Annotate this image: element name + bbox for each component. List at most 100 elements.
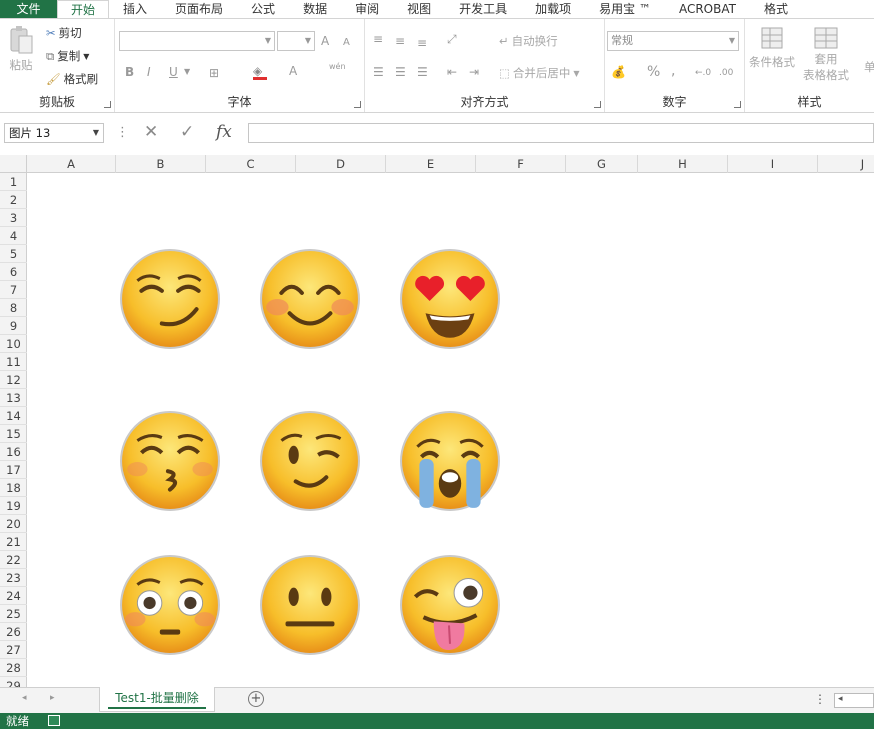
- row-header[interactable]: 2: [0, 191, 27, 209]
- column-header[interactable]: J: [818, 155, 874, 173]
- row-header[interactable]: 29: [0, 677, 27, 687]
- align-left-icon[interactable]: ☰: [373, 64, 384, 80]
- row-header[interactable]: 4: [0, 227, 27, 245]
- number-launcher-icon[interactable]: [734, 101, 741, 108]
- column-header[interactable]: D: [296, 155, 386, 173]
- decrease-indent-icon[interactable]: ⇤: [447, 64, 457, 80]
- stuck-out-tongue-winking-emoji[interactable]: [399, 554, 501, 656]
- copy-button[interactable]: ⧉ 复制 ▼: [46, 48, 89, 64]
- tab-data[interactable]: 数据: [289, 0, 341, 18]
- scroll-left-icon[interactable]: ◂: [838, 694, 843, 704]
- decrease-decimal-icon[interactable]: .00: [719, 65, 733, 81]
- row-header[interactable]: 1: [0, 173, 27, 191]
- row-header[interactable]: 12: [0, 371, 27, 389]
- smiling-blush-emoji[interactable]: [259, 248, 361, 350]
- increase-indent-icon[interactable]: ⇥: [469, 64, 479, 80]
- comma-button[interactable]: ,: [671, 63, 675, 79]
- tab-formulas[interactable]: 公式: [237, 0, 289, 18]
- crying-emoji[interactable]: [399, 410, 501, 512]
- row-header[interactable]: 19: [0, 497, 27, 515]
- worksheet-grid[interactable]: A B C D E F G H I J 1 2 3 4 5 6 7 8 9 10 11 12 13 14 1…: [0, 155, 874, 687]
- align-right-icon[interactable]: ☰: [417, 64, 428, 80]
- number-format-select[interactable]: 常规 ▼: [607, 31, 739, 51]
- macro-record-icon[interactable]: [48, 715, 60, 726]
- column-header[interactable]: I: [728, 155, 818, 173]
- row-header[interactable]: 15: [0, 425, 27, 443]
- column-header[interactable]: C: [206, 155, 296, 173]
- row-header[interactable]: 3: [0, 209, 27, 227]
- font-launcher-icon[interactable]: [354, 101, 361, 108]
- row-header[interactable]: 21: [0, 533, 27, 551]
- align-center-icon[interactable]: ☰: [395, 64, 406, 80]
- row-header[interactable]: 17: [0, 461, 27, 479]
- row-header[interactable]: 11: [0, 353, 27, 371]
- grow-font-button[interactable]: A: [321, 33, 329, 49]
- align-bottom-icon[interactable]: ≡: [417, 35, 427, 51]
- column-header[interactable]: H: [638, 155, 728, 173]
- name-box[interactable]: 图片 13 ▼: [4, 123, 104, 143]
- tab-review[interactable]: 审阅: [341, 0, 393, 18]
- align-top-icon[interactable]: ≡: [373, 31, 383, 47]
- row-header[interactable]: 5: [0, 245, 27, 263]
- column-header[interactable]: G: [566, 155, 638, 173]
- add-sheet-icon[interactable]: +: [248, 691, 264, 707]
- increase-decimal-icon[interactable]: ←.0: [695, 65, 711, 81]
- tab-developer[interactable]: 开发工具: [445, 0, 521, 18]
- row-header[interactable]: 24: [0, 587, 27, 605]
- tab-view[interactable]: 视图: [393, 0, 445, 18]
- file-tab[interactable]: 文件: [0, 0, 57, 18]
- wrap-text-button[interactable]: ↵ 自动换行: [499, 33, 558, 49]
- border-icon[interactable]: ⊞: [209, 65, 219, 81]
- tab-acrobat[interactable]: ACROBAT: [665, 0, 750, 18]
- clipboard-launcher-icon[interactable]: [104, 101, 111, 108]
- font-color-button[interactable]: A: [289, 63, 297, 79]
- column-header[interactable]: E: [386, 155, 476, 173]
- format-as-table-button[interactable]: 套用 表格格式: [803, 27, 849, 83]
- neutral-face-emoji[interactable]: [259, 554, 361, 656]
- tab-insert[interactable]: 插入: [109, 0, 161, 18]
- row-header[interactable]: 13: [0, 389, 27, 407]
- row-header[interactable]: 27: [0, 641, 27, 659]
- row-header[interactable]: 9: [0, 317, 27, 335]
- font-name-select[interactable]: ▼: [119, 31, 275, 51]
- row-header[interactable]: 22: [0, 551, 27, 569]
- flushed-emoji[interactable]: [119, 554, 221, 656]
- tab-add-ins[interactable]: 加载项: [521, 0, 585, 18]
- more-options-icon[interactable]: ⋮: [814, 692, 826, 706]
- insert-function-button[interactable]: fx: [216, 122, 232, 142]
- tab-home[interactable]: 开始: [57, 0, 110, 18]
- fill-color-icon[interactable]: ◈: [253, 63, 267, 80]
- phonetic-button[interactable]: wén: [329, 59, 346, 75]
- row-header[interactable]: 20: [0, 515, 27, 533]
- merge-center-button[interactable]: ⬚ 合并后居中 ▼: [499, 65, 580, 81]
- tab-format[interactable]: 格式: [750, 0, 802, 18]
- sheet-tab[interactable]: Test1-批量删除: [99, 687, 215, 712]
- percent-button[interactable]: %: [647, 64, 660, 80]
- conditional-formatting-button[interactable]: 条件格式: [749, 27, 795, 70]
- prev-sheet-icon[interactable]: ◂: [22, 693, 27, 703]
- heart-eyes-emoji[interactable]: [399, 248, 501, 350]
- more-options-icon[interactable]: ⋮: [116, 125, 129, 140]
- row-header[interactable]: 25: [0, 605, 27, 623]
- cancel-icon[interactable]: ✕: [144, 122, 158, 142]
- alignment-launcher-icon[interactable]: [594, 101, 601, 108]
- bold-button[interactable]: B: [125, 64, 134, 80]
- cell-styles-button[interactable]: 单: [864, 59, 874, 75]
- format-painter-button[interactable]: 🖌 格式刷: [46, 71, 98, 87]
- row-header[interactable]: 26: [0, 623, 27, 641]
- orientation-icon[interactable]: ⤢: [447, 31, 457, 47]
- row-header[interactable]: 23: [0, 569, 27, 587]
- horizontal-scrollbar[interactable]: ◂: [834, 693, 874, 708]
- smirk-emoji[interactable]: [119, 248, 221, 350]
- font-size-select[interactable]: ▼: [277, 31, 315, 51]
- row-header[interactable]: 18: [0, 479, 27, 497]
- row-header[interactable]: 7: [0, 281, 27, 299]
- next-sheet-icon[interactable]: ▸: [50, 693, 55, 703]
- select-all-corner[interactable]: [0, 155, 27, 173]
- cut-button[interactable]: ✂ 剪切: [46, 25, 82, 41]
- kissing-emoji[interactable]: [119, 410, 221, 512]
- paste-button[interactable]: 粘贴: [8, 25, 34, 73]
- row-header[interactable]: 10: [0, 335, 27, 353]
- column-header[interactable]: B: [116, 155, 206, 173]
- shrink-font-button[interactable]: A: [343, 35, 350, 51]
